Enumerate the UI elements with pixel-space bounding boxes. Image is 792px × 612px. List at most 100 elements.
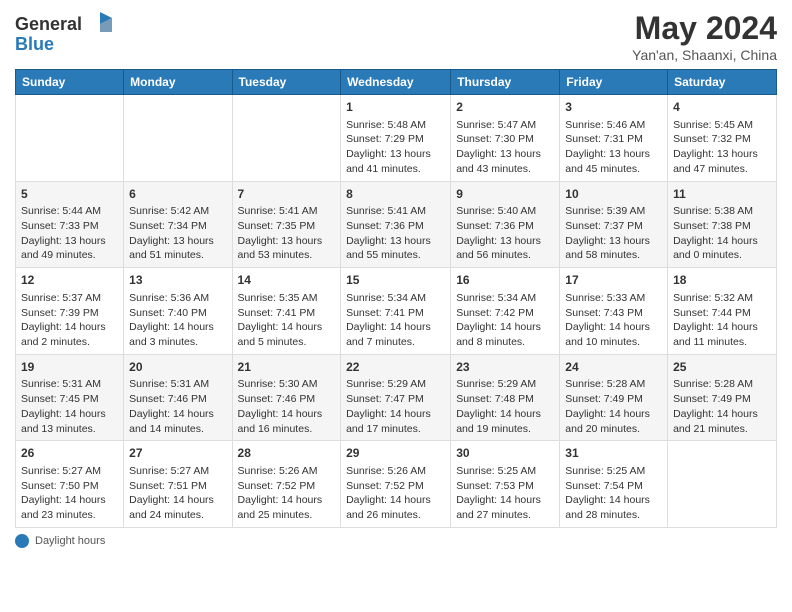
day-info-line: Sunset: 7:40 PM [129, 306, 226, 321]
calendar-cell: 6Sunrise: 5:42 AMSunset: 7:34 PMDaylight… [124, 181, 232, 268]
week-row-5: 26Sunrise: 5:27 AMSunset: 7:50 PMDayligh… [16, 441, 777, 528]
calendar-cell: 11Sunrise: 5:38 AMSunset: 7:38 PMDayligh… [668, 181, 777, 268]
day-info-line: Sunset: 7:52 PM [238, 479, 336, 494]
day-info-line: Sunset: 7:32 PM [673, 132, 771, 147]
day-info-line: Daylight: 14 hours and 0 minutes. [673, 234, 771, 263]
day-info-line: Sunrise: 5:34 AM [456, 291, 554, 306]
day-number: 14 [238, 272, 336, 289]
day-info-line: Sunrise: 5:39 AM [565, 204, 662, 219]
day-info-line: Sunset: 7:39 PM [21, 306, 118, 321]
week-row-1: 1Sunrise: 5:48 AMSunset: 7:29 PMDaylight… [16, 95, 777, 182]
day-info-line: Daylight: 14 hours and 25 minutes. [238, 493, 336, 522]
day-info-line: Sunrise: 5:26 AM [238, 464, 336, 479]
day-number: 1 [346, 99, 445, 116]
day-info-line: Sunset: 7:42 PM [456, 306, 554, 321]
day-info-line: Daylight: 13 hours and 55 minutes. [346, 234, 445, 263]
day-info-line: Daylight: 13 hours and 56 minutes. [456, 234, 554, 263]
calendar-cell: 7Sunrise: 5:41 AMSunset: 7:35 PMDaylight… [232, 181, 341, 268]
day-info-line: Sunrise: 5:34 AM [346, 291, 445, 306]
day-info-line: Daylight: 13 hours and 47 minutes. [673, 147, 771, 176]
day-header-friday: Friday [560, 70, 668, 95]
calendar-cell: 21Sunrise: 5:30 AMSunset: 7:46 PMDayligh… [232, 354, 341, 441]
day-info-line: Daylight: 13 hours and 53 minutes. [238, 234, 336, 263]
calendar-cell: 9Sunrise: 5:40 AMSunset: 7:36 PMDaylight… [451, 181, 560, 268]
day-info-line: Sunset: 7:46 PM [129, 392, 226, 407]
day-info-line: Sunrise: 5:44 AM [21, 204, 118, 219]
calendar-cell: 31Sunrise: 5:25 AMSunset: 7:54 PMDayligh… [560, 441, 668, 528]
footer: Daylight hours [15, 534, 777, 548]
day-info-line: Daylight: 14 hours and 11 minutes. [673, 320, 771, 349]
day-header-saturday: Saturday [668, 70, 777, 95]
day-number: 28 [238, 445, 336, 462]
day-info-line: Sunrise: 5:27 AM [21, 464, 118, 479]
calendar-cell: 14Sunrise: 5:35 AMSunset: 7:41 PMDayligh… [232, 268, 341, 355]
day-info-line: Sunset: 7:53 PM [456, 479, 554, 494]
calendar-cell [668, 441, 777, 528]
day-number: 21 [238, 359, 336, 376]
calendar-cell: 5Sunrise: 5:44 AMSunset: 7:33 PMDaylight… [16, 181, 124, 268]
day-number: 18 [673, 272, 771, 289]
day-number: 29 [346, 445, 445, 462]
day-info-line: Sunrise: 5:27 AM [129, 464, 226, 479]
logo: General Blue [15, 10, 114, 55]
calendar-cell: 12Sunrise: 5:37 AMSunset: 7:39 PMDayligh… [16, 268, 124, 355]
day-info-line: Daylight: 14 hours and 27 minutes. [456, 493, 554, 522]
footer-label: Daylight hours [35, 535, 105, 547]
day-number: 2 [456, 99, 554, 116]
calendar-cell: 17Sunrise: 5:33 AMSunset: 7:43 PMDayligh… [560, 268, 668, 355]
day-info-line: Sunset: 7:50 PM [21, 479, 118, 494]
calendar-cell: 10Sunrise: 5:39 AMSunset: 7:37 PMDayligh… [560, 181, 668, 268]
day-info-line: Sunrise: 5:28 AM [673, 377, 771, 392]
day-number: 6 [129, 186, 226, 203]
day-number: 3 [565, 99, 662, 116]
day-info-line: Sunset: 7:51 PM [129, 479, 226, 494]
day-info-line: Sunrise: 5:42 AM [129, 204, 226, 219]
day-number: 17 [565, 272, 662, 289]
day-info-line: Sunset: 7:49 PM [673, 392, 771, 407]
days-header-row: SundayMondayTuesdayWednesdayThursdayFrid… [16, 70, 777, 95]
day-info-line: Sunrise: 5:47 AM [456, 118, 554, 133]
day-info-line: Daylight: 14 hours and 17 minutes. [346, 407, 445, 436]
day-info-line: Daylight: 13 hours and 41 minutes. [346, 147, 445, 176]
day-info-line: Daylight: 14 hours and 19 minutes. [456, 407, 554, 436]
week-row-4: 19Sunrise: 5:31 AMSunset: 7:45 PMDayligh… [16, 354, 777, 441]
day-info-line: Sunset: 7:33 PM [21, 219, 118, 234]
day-info-line: Sunset: 7:36 PM [346, 219, 445, 234]
day-info-line: Sunset: 7:31 PM [565, 132, 662, 147]
header: General Blue May 2024 Yan'an, Shaanxi, C… [15, 10, 777, 63]
daylight-dot [15, 534, 29, 548]
day-info-line: Sunset: 7:49 PM [565, 392, 662, 407]
page: General Blue May 2024 Yan'an, Shaanxi, C… [0, 0, 792, 558]
day-info-line: Sunrise: 5:25 AM [456, 464, 554, 479]
calendar-cell: 30 Sunrise: 5:25 AMSunset: 7:53 PMDayligh… [451, 441, 560, 528]
day-number: 11 [673, 186, 771, 203]
day-info-line: Sunset: 7:43 PM [565, 306, 662, 321]
day-number: 9 [456, 186, 554, 203]
day-info-line: Daylight: 13 hours and 58 minutes. [565, 234, 662, 263]
title-block: May 2024 Yan'an, Shaanxi, China [632, 10, 777, 63]
calendar-cell: 18Sunrise: 5:32 AMSunset: 7:44 PMDayligh… [668, 268, 777, 355]
week-row-3: 12Sunrise: 5:37 AMSunset: 7:39 PMDayligh… [16, 268, 777, 355]
day-number: 30 [456, 445, 554, 462]
day-info-line: Sunrise: 5:46 AM [565, 118, 662, 133]
day-info-line: Sunrise: 5:29 AM [346, 377, 445, 392]
day-number: 13 [129, 272, 226, 289]
calendar-cell: 4Sunrise: 5:45 AMSunset: 7:32 PMDaylight… [668, 95, 777, 182]
calendar-cell: 29Sunrise: 5:26 AMSunset: 7:52 PMDayligh… [341, 441, 451, 528]
day-info-line: Daylight: 14 hours and 26 minutes. [346, 493, 445, 522]
day-info-line: Sunrise: 5:30 AM [238, 377, 336, 392]
day-info-line: Sunset: 7:30 PM [456, 132, 554, 147]
day-info-line: Sunset: 7:34 PM [129, 219, 226, 234]
day-info-line: Sunrise: 5:25 AM [565, 464, 662, 479]
day-info-line: Sunset: 7:46 PM [238, 392, 336, 407]
day-info-line: Daylight: 14 hours and 28 minutes. [565, 493, 662, 522]
day-info-line: Daylight: 13 hours and 49 minutes. [21, 234, 118, 263]
calendar-cell: 28 Sunrise: 5:26 AMSunset: 7:52 PMDayligh… [232, 441, 341, 528]
day-number: 27 [129, 445, 226, 462]
day-info-line: Daylight: 14 hours and 2 minutes. [21, 320, 118, 349]
day-info-line: Daylight: 14 hours and 13 minutes. [21, 407, 118, 436]
calendar-cell: 16Sunrise: 5:34 AMSunset: 7:42 PMDayligh… [451, 268, 560, 355]
day-info-line: Sunset: 7:54 PM [565, 479, 662, 494]
day-info-line: Daylight: 14 hours and 16 minutes. [238, 407, 336, 436]
day-info-line: Sunrise: 5:37 AM [21, 291, 118, 306]
